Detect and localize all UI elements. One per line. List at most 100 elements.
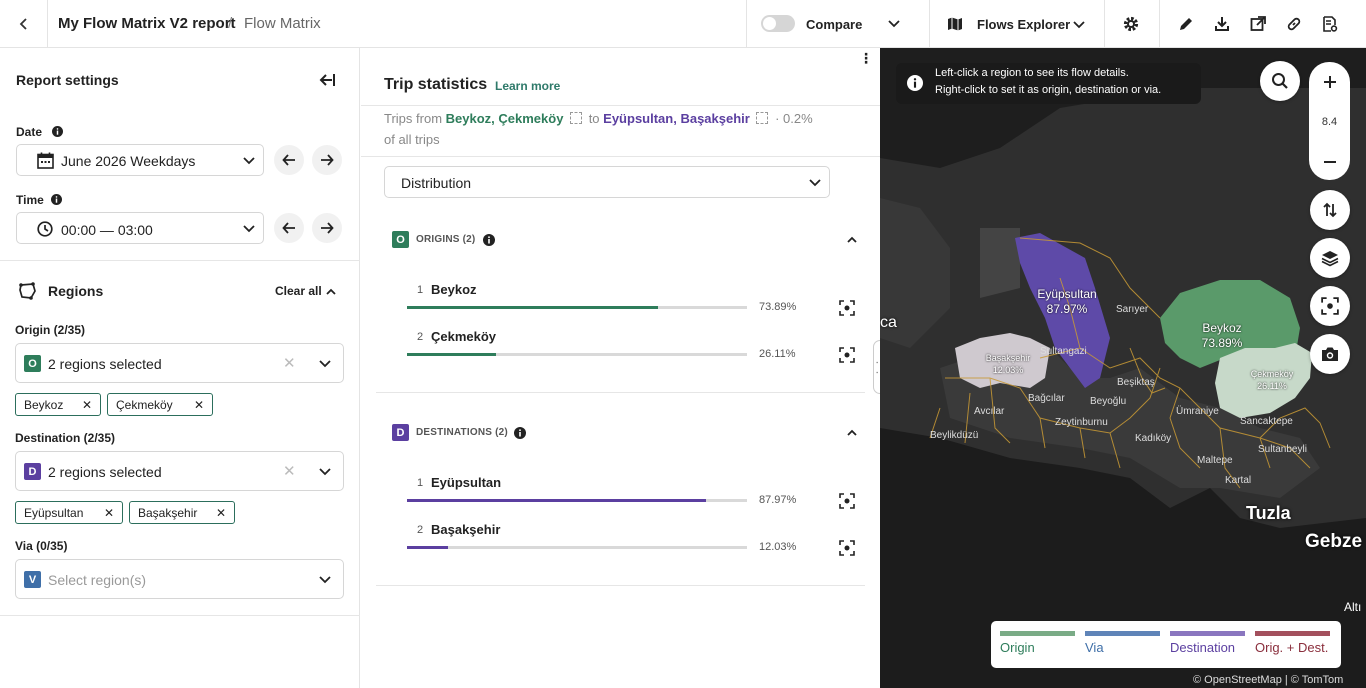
info-icon[interactable] [514,427,526,439]
focus-region-icon[interactable] [839,347,855,363]
report-settings-button[interactable] [1315,9,1345,39]
chevron-down-icon [888,20,900,28]
via-badge: V [24,571,41,588]
chevron-up-icon[interactable] [845,426,859,440]
remove-chip-icon[interactable]: ✕ [216,506,226,520]
region-name: Çekmeköy [1250,369,1294,379]
date-next-button[interactable] [312,145,342,175]
date-select[interactable]: June 2026 Weekdays [16,144,264,176]
row-name[interactable]: Çekmeköy [431,329,496,344]
flows-explorer-label: Flows Explorer [977,17,1071,32]
date-previous-button[interactable] [274,145,304,175]
chevron-down-icon [1073,21,1085,29]
region-percentage: 87.97% [1046,302,1088,316]
focus-destinations-icon[interactable] [756,112,769,124]
origin-value: 2 regions selected [48,356,162,372]
chip-label: Başakşehir [138,505,198,520]
clock-icon [37,221,53,237]
camera-icon [1322,347,1338,361]
compare-label[interactable]: Compare [806,17,862,32]
map-attribution[interactable]: © OpenStreetMap | © TomTom [1193,674,1343,686]
origin-select[interactable]: O 2 regions selected ✕ [15,343,344,383]
chevron-down-icon [319,576,331,584]
clear-destination-button[interactable]: ✕ [283,462,296,480]
bar-track [407,353,747,356]
map-view[interactable]: Eyüpsultan 87.97% Başakşehir 12.03% Beyk… [880,48,1366,688]
share-link-button[interactable] [1279,9,1309,39]
chevron-up-icon[interactable] [324,285,338,299]
info-icon[interactable] [51,194,62,205]
origins-link[interactable]: Beykoz, Çekmeköy [446,111,564,126]
clear-origin-button[interactable]: ✕ [283,354,296,372]
row-rank: 1 [417,284,424,296]
report-title: My Flow Matrix V2 report [58,15,236,32]
destinations-link[interactable]: Eyüpsultan, Başakşehir [603,111,750,126]
chip-label: Eyüpsultan [24,505,84,520]
layers-icon [1321,251,1339,267]
big-place-label: Altı [1344,600,1362,614]
legend-via-swatch [1085,631,1160,636]
via-select[interactable]: V Select region(s) [15,559,344,599]
compare-dropdown[interactable] [879,9,909,39]
fit-selection-button[interactable] [1310,286,1350,326]
focus-region-icon[interactable] [839,300,855,316]
row-name[interactable]: Beykoz [431,282,477,297]
chevron-up-icon[interactable] [845,233,859,247]
remove-chip-icon[interactable]: ✕ [194,398,204,412]
download-icon [1215,17,1229,31]
remove-chip-icon[interactable]: ✕ [82,398,92,412]
edit-button[interactable] [1171,9,1201,39]
bar-track [407,546,747,549]
chevron-down-icon [243,225,255,233]
destination-select[interactable]: D 2 regions selected ✕ [15,451,344,491]
focus-origins-icon[interactable] [570,112,583,124]
export-button[interactable] [1243,9,1273,39]
map-info-banner: Left-click a region to see its flow deta… [896,63,1201,104]
swap-direction-button[interactable] [1310,190,1350,230]
search-icon [1272,73,1288,89]
region-name: Başakşehir [985,353,1031,363]
info-icon[interactable] [483,234,495,246]
time-next-button[interactable] [312,213,342,243]
settings-button[interactable] [1116,9,1146,39]
back-button[interactable] [9,9,39,39]
focus-region-icon[interactable] [839,540,855,556]
destination-chip: Eyüpsultan ✕ [15,501,123,524]
minus-icon [1323,161,1336,163]
map-label-beykoz: Beykoz 73.89% [1182,321,1262,351]
row-name[interactable]: Eyüpsultan [431,475,501,490]
collapse-panel-button[interactable] [312,65,342,95]
arrow-left-icon [282,222,295,234]
link-icon [1287,17,1301,31]
zoom-in-button[interactable] [1309,62,1350,102]
more-options-icon[interactable]: ⋮ [859,51,873,65]
view-mode-select[interactable]: Distribution [384,166,830,198]
learn-more-link[interactable]: Learn more [495,79,560,93]
zoom-out-button[interactable] [1309,142,1350,182]
pencil-icon [1180,18,1192,30]
map-search-button[interactable] [1260,61,1300,101]
destination-bar-fill [407,499,707,502]
layers-button[interactable] [1310,238,1350,278]
clear-all-button[interactable]: Clear all [275,284,322,298]
row-name[interactable]: Başakşehir [431,522,500,537]
regions-title: Regions [48,283,104,299]
time-select[interactable]: 00:00 — 03:00 [16,212,264,244]
destinations-section-title: DESTINATIONS (2) [416,427,508,438]
download-button[interactable] [1207,9,1237,39]
compare-toggle[interactable] [761,15,795,32]
info-icon [907,75,923,91]
chevron-down-icon [319,468,331,476]
arrow-right-icon [321,154,334,166]
origin-chip: Çekmeköy ✕ [107,393,213,416]
flows-explorer-button[interactable]: Flows Explorer [945,14,1090,36]
focus-region-icon[interactable] [839,493,855,509]
remove-chip-icon[interactable]: ✕ [104,506,114,520]
region-percentage: 73.89% [1201,336,1243,350]
screenshot-button[interactable] [1310,334,1350,374]
time-previous-button[interactable] [274,213,304,243]
row-percentage: 26.11% [759,348,796,360]
info-icon[interactable] [52,126,63,137]
collapse-left-icon [319,74,335,86]
breadcrumb-current: Flow Matrix [244,15,321,32]
